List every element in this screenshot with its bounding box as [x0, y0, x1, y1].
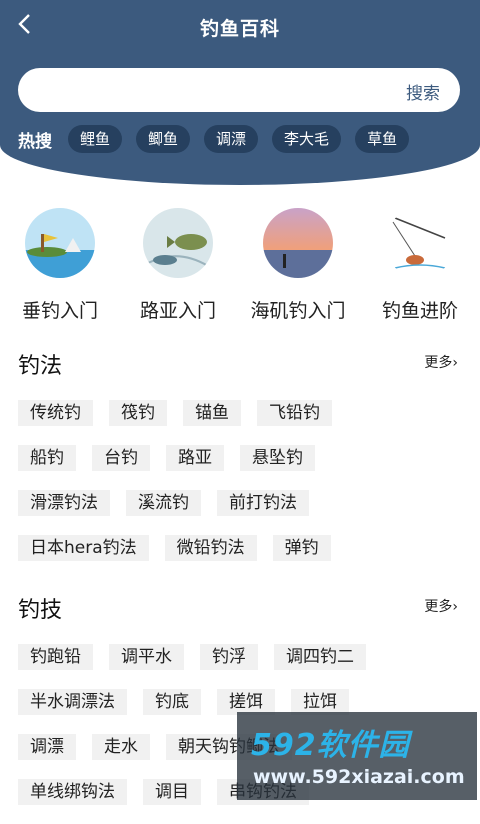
category-item[interactable]: 垂钓入门: [0, 208, 120, 323]
watermark-title: 592软件园: [251, 728, 410, 763]
category-label: 海矶钓入门: [250, 300, 346, 322]
category-item[interactable]: 海矶钓入门: [238, 208, 358, 323]
section-title-skills: 钓技: [18, 598, 63, 623]
hot-search-label: 热搜: [18, 132, 52, 152]
chevron-right-icon: ›: [452, 355, 458, 371]
tag-item[interactable]: 筏钓: [109, 400, 167, 426]
tag-item[interactable]: 锚鱼: [183, 400, 241, 426]
tag-item[interactable]: 走水: [92, 734, 150, 760]
more-link-skills[interactable]: 更多›: [424, 596, 458, 616]
tag-item[interactable]: 滑漂钓法: [18, 490, 110, 516]
category-label: 垂钓入门: [21, 300, 98, 322]
page-title: 钓鱼百科: [199, 18, 280, 40]
fishing-sketch-icon: [385, 208, 455, 278]
lure-fish-icon: [143, 208, 213, 278]
watermark-url: www.592xiazai.com: [253, 766, 465, 788]
tag-item[interactable]: 悬坠钓: [240, 445, 315, 471]
tag-item[interactable]: 钓底: [143, 689, 201, 715]
tag-item[interactable]: 调平水: [109, 644, 184, 670]
tag-item[interactable]: 调漂: [18, 734, 76, 760]
tag-item[interactable]: 调四钓二: [274, 644, 366, 670]
sunset-sea-icon: [263, 208, 333, 278]
tag-item[interactable]: 前打钓法: [217, 490, 309, 516]
category-label: 路亚入门: [139, 300, 216, 322]
tag-item[interactable]: 微铅钓法: [164, 535, 257, 561]
tag-item[interactable]: 飞铅钓: [257, 400, 332, 426]
category-row: 垂钓入门 路亚入门 海矶钓入门 钓鱼进阶: [0, 208, 480, 322]
lake-scene-icon: [25, 208, 95, 278]
watermark-overlay: 592软件园 www.592xiazai.com: [237, 712, 477, 800]
tag-item[interactable]: 钓浮: [200, 644, 258, 670]
chevron-right-icon: ›: [452, 599, 458, 615]
hot-tag[interactable]: 李大毛: [272, 125, 342, 153]
more-label: 更多: [424, 599, 453, 615]
more-link-methods[interactable]: 更多›: [424, 352, 458, 372]
tag-item[interactable]: 溪流钓: [126, 490, 201, 516]
tag-item[interactable]: 单线绑钩法: [18, 779, 127, 805]
search-bar: 搜索: [18, 68, 460, 114]
hot-tag[interactable]: 鲫鱼: [136, 125, 191, 153]
tag-item[interactable]: 半水调漂法: [18, 689, 127, 715]
hot-tag[interactable]: 调漂: [204, 125, 259, 153]
section-title-methods: 钓法: [18, 354, 63, 379]
tag-item[interactable]: 钓跑铅: [18, 644, 93, 670]
search-button[interactable]: 搜索: [406, 79, 440, 104]
search-input[interactable]: [34, 68, 398, 114]
tag-item[interactable]: 台钓: [92, 445, 150, 471]
tag-item[interactable]: 传统钓: [18, 400, 93, 426]
more-label: 更多: [424, 355, 453, 371]
tag-item[interactable]: 弹钓: [272, 535, 331, 561]
category-item[interactable]: 钓鱼进阶: [360, 208, 480, 323]
category-label: 钓鱼进阶: [381, 300, 458, 322]
methods-tag-group: 传统钓 筏钓 锚鱼 飞铅钓 船钓 台钓 路亚 悬坠钓 滑漂钓法 溪流钓 前打钓法…: [18, 400, 468, 580]
hot-search-tags: 鲤鱼 鲫鱼 调漂 李大毛 草鱼: [68, 125, 410, 153]
hot-tag[interactable]: 鲤鱼: [68, 125, 123, 153]
hot-tag[interactable]: 草鱼: [355, 125, 410, 153]
tag-item[interactable]: 日本hera钓法: [18, 535, 149, 561]
tag-item[interactable]: 调目: [143, 779, 201, 805]
tag-item[interactable]: 船钓: [18, 445, 76, 471]
category-item[interactable]: 路亚入门: [118, 208, 238, 323]
header-bar: 钓鱼百科 搜索 热搜 鲤鱼 鲫鱼 调漂 李大毛 草鱼: [0, 0, 480, 185]
tag-item[interactable]: 路亚: [166, 445, 224, 471]
